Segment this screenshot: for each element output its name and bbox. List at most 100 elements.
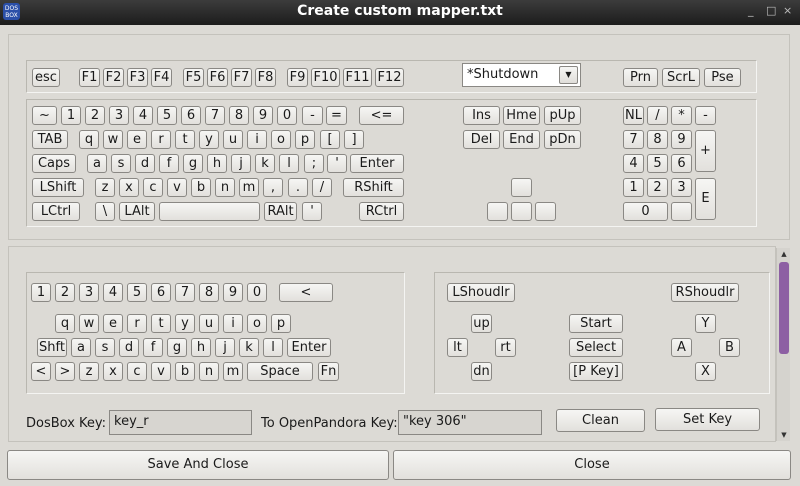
key-enter[interactable]: Enter	[350, 154, 404, 173]
pandora-key-i[interactable]: i	[223, 314, 243, 333]
key-f3[interactable]: F3	[127, 68, 148, 87]
key-del[interactable]: Del	[463, 130, 500, 149]
key-num-0[interactable]: 0	[623, 202, 668, 221]
pandora-key-f[interactable]: f	[143, 338, 163, 357]
pandora-key-r[interactable]: r	[127, 314, 147, 333]
key-f10[interactable]: F10	[311, 68, 340, 87]
key-num-5[interactable]: 5	[647, 154, 668, 173]
key-equals[interactable]: =	[326, 106, 347, 125]
key-c[interactable]: c	[143, 178, 163, 197]
dosbox-key-field[interactable]: key_r	[109, 410, 252, 435]
key-r[interactable]: r	[151, 130, 171, 149]
pandora-key-greater[interactable]: >	[55, 362, 75, 381]
key-2[interactable]: 2	[85, 106, 105, 125]
key-p[interactable]: p	[295, 130, 315, 149]
key-esc[interactable]: esc	[32, 68, 60, 87]
key-0[interactable]: 0	[277, 106, 297, 125]
pandora-key-enter[interactable]: Enter	[287, 338, 331, 357]
pandora-key-l[interactable]: l	[263, 338, 283, 357]
key-x[interactable]: x	[119, 178, 139, 197]
key-f9[interactable]: F9	[287, 68, 308, 87]
pandora-key-2[interactable]: 2	[55, 283, 75, 302]
key-num-8[interactable]: 8	[647, 130, 668, 149]
pandora-key-5[interactable]: 5	[127, 283, 147, 302]
key-menu[interactable]: '	[302, 202, 322, 221]
key-5[interactable]: 5	[157, 106, 177, 125]
pandora-key-9[interactable]: 9	[223, 283, 243, 302]
key-arrow-down[interactable]	[511, 202, 532, 221]
key-a[interactable]: a	[87, 154, 107, 173]
key-m[interactable]: m	[239, 178, 259, 197]
pandora-key-w[interactable]: w	[79, 314, 99, 333]
pandora-key-q[interactable]: q	[55, 314, 75, 333]
key-end[interactable]: End	[503, 130, 540, 149]
key-backslash[interactable]: \	[95, 202, 115, 221]
set-key-button[interactable]: Set Key	[655, 408, 760, 431]
key-rshift[interactable]: RShift	[343, 178, 404, 197]
pandora-key-c[interactable]: c	[127, 362, 147, 381]
pandora-rshoulder[interactable]: RShoudlr	[671, 283, 739, 302]
pandora-key-8[interactable]: 8	[199, 283, 219, 302]
scrollbar[interactable]: ▲ ▼	[776, 248, 790, 441]
key-prn[interactable]: Prn	[623, 68, 658, 87]
pandora-dpad-left[interactable]: lt	[447, 338, 468, 357]
key-pgup[interactable]: pUp	[544, 106, 581, 125]
close-window-icon[interactable]: ×	[783, 4, 792, 17]
pandora-button-b[interactable]: B	[719, 338, 740, 357]
pandora-key-v[interactable]: v	[151, 362, 171, 381]
key-num-4[interactable]: 4	[623, 154, 644, 173]
pandora-key-7[interactable]: 7	[175, 283, 195, 302]
scrollbar-thumb[interactable]	[779, 262, 789, 354]
key-num-decimal[interactable]	[671, 202, 692, 221]
key-num-enter[interactable]: E	[695, 178, 716, 220]
key-num-6[interactable]: 6	[671, 154, 692, 173]
key-lalt[interactable]: LAlt	[119, 202, 155, 221]
key-home[interactable]: Hme	[503, 106, 540, 125]
maximize-icon[interactable]: □	[766, 4, 776, 17]
pandora-key-field[interactable]: "key 306"	[398, 410, 542, 435]
key-o[interactable]: o	[271, 130, 291, 149]
pandora-button-y[interactable]: Y	[695, 314, 716, 333]
pandora-button-x[interactable]: X	[695, 362, 716, 381]
pandora-dpad-up[interactable]: up	[471, 314, 492, 333]
pandora-key-fn[interactable]: Fn	[318, 362, 339, 381]
pandora-key-space[interactable]: Space	[247, 362, 313, 381]
key-n[interactable]: n	[215, 178, 235, 197]
clean-button[interactable]: Clean	[556, 409, 645, 432]
close-button[interactable]: Close	[393, 450, 791, 480]
key-semicolon[interactable]: ;	[304, 154, 324, 173]
pandora-key-x[interactable]: x	[103, 362, 123, 381]
key-f7[interactable]: F7	[231, 68, 252, 87]
scroll-down-icon[interactable]: ▼	[777, 429, 791, 441]
key-f8[interactable]: F8	[255, 68, 276, 87]
key-f[interactable]: f	[159, 154, 179, 173]
key-num-9[interactable]: 9	[671, 130, 692, 149]
key-e[interactable]: e	[127, 130, 147, 149]
key-w[interactable]: w	[103, 130, 123, 149]
pandora-start[interactable]: Start	[569, 314, 623, 333]
pandora-key-s[interactable]: s	[95, 338, 115, 357]
pandora-key-a[interactable]: a	[71, 338, 91, 357]
pandora-key-o[interactable]: o	[247, 314, 267, 333]
key-f1[interactable]: F1	[79, 68, 100, 87]
pandora-key-m[interactable]: m	[223, 362, 243, 381]
pandora-key-b[interactable]: b	[175, 362, 195, 381]
pandora-key-6[interactable]: 6	[151, 283, 171, 302]
key-7[interactable]: 7	[205, 106, 225, 125]
pandora-key-d[interactable]: d	[119, 338, 139, 357]
pandora-key-3[interactable]: 3	[79, 283, 99, 302]
key-num-3[interactable]: 3	[671, 178, 692, 197]
key-num-2[interactable]: 2	[647, 178, 668, 197]
key-y[interactable]: y	[199, 130, 219, 149]
key-8[interactable]: 8	[229, 106, 249, 125]
pandora-key-h[interactable]: h	[191, 338, 211, 357]
pandora-pkey[interactable]: [P Key]	[569, 362, 623, 381]
pandora-key-k[interactable]: k	[239, 338, 259, 357]
key-z[interactable]: z	[95, 178, 115, 197]
key-f5[interactable]: F5	[183, 68, 204, 87]
key-tab[interactable]: TAB	[32, 130, 68, 149]
key-minus[interactable]: -	[302, 106, 323, 125]
scroll-up-icon[interactable]: ▲	[777, 248, 791, 260]
key-slash[interactable]: /	[312, 178, 332, 197]
key-4[interactable]: 4	[133, 106, 153, 125]
